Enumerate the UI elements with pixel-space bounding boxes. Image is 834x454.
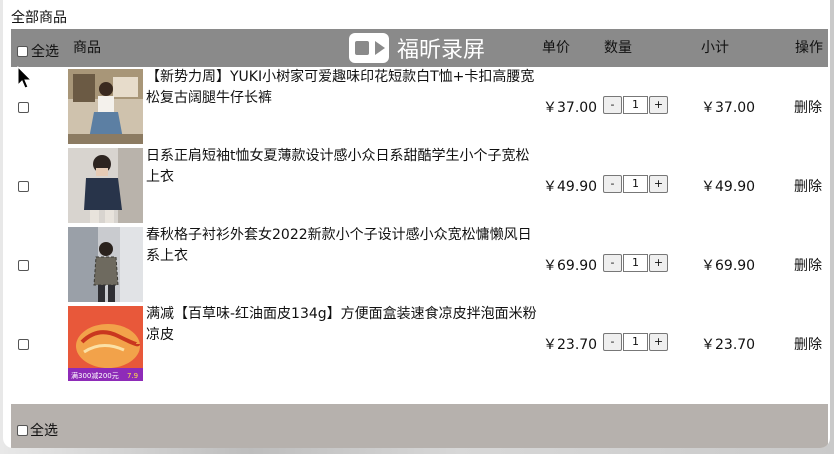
camera-icon — [349, 33, 389, 63]
qty-plus-button[interactable]: + — [649, 333, 668, 351]
table-row: 满300减200元 7.9 满减【百草味-红油面皮134g】方便面盒装速食凉皮拌… — [11, 304, 828, 382]
product-image — [68, 148, 143, 223]
subtotal: ￥49.90 — [701, 179, 756, 195]
qty-minus-button[interactable]: - — [603, 175, 622, 193]
thumb-price-tag: 7.9 — [127, 372, 138, 380]
table-header: 全选 商品 福昕录屏 单价 数量 小计 操作 — [11, 29, 828, 67]
qty-minus-button[interactable]: - — [603, 333, 622, 351]
subtotal: ￥23.70 — [701, 337, 756, 353]
header-action: 操作 — [795, 40, 823, 56]
delete-button[interactable]: 删除 — [794, 334, 822, 354]
qty-input[interactable]: 1 — [623, 254, 648, 272]
select-all-footer-checkbox[interactable] — [17, 424, 28, 436]
qty-input[interactable]: 1 — [623, 96, 648, 114]
unit-price: ￥37.00 — [543, 100, 598, 116]
subtotal: ￥37.00 — [701, 100, 756, 116]
quantity-stepper: - 1 + — [603, 333, 668, 351]
qty-input[interactable]: 1 — [623, 333, 648, 351]
header-product: 商品 — [73, 40, 101, 56]
qty-plus-button[interactable]: + — [649, 175, 668, 193]
thumb-promo-text: 满300减200元 — [71, 371, 119, 380]
unit-price: ￥69.90 — [543, 258, 598, 274]
qty-plus-button[interactable]: + — [649, 96, 668, 114]
product-name[interactable]: 【新势力周】YUKI小树家可爱趣味印花短款白T恤+卡扣高腰宽松复古阔腿牛仔长裤 — [146, 67, 541, 109]
cart-window: 全部商品 全选 商品 福昕录屏 单价 数量 小计 操作 【新势力周】YUKI小树… — [3, 0, 830, 448]
row-checkbox[interactable] — [18, 101, 29, 113]
product-name[interactable]: 满减【百草味-红油面皮134g】方便面盒装速食凉皮拌泡面米粉凉皮 — [146, 304, 541, 346]
row-checkbox[interactable] — [18, 259, 29, 271]
select-all-label: 全选 — [31, 44, 59, 60]
row-checkbox[interactable] — [18, 180, 29, 192]
mouse-cursor-icon — [17, 66, 33, 89]
product-image — [68, 227, 143, 302]
delete-button[interactable]: 删除 — [794, 97, 822, 117]
select-all-header[interactable]: 全选 — [17, 41, 59, 61]
quantity-stepper: - 1 + — [603, 254, 668, 272]
unit-price: ￥23.70 — [543, 337, 598, 353]
recorder-watermark: 福昕录屏 — [349, 32, 485, 64]
header-quantity: 数量 — [604, 40, 632, 56]
row-checkbox[interactable] — [18, 338, 29, 350]
watermark-text: 福昕录屏 — [397, 38, 486, 63]
qty-plus-button[interactable]: + — [649, 254, 668, 272]
select-all-checkbox[interactable] — [17, 45, 28, 57]
table-row: 【新势力周】YUKI小树家可爱趣味印花短款白T恤+卡扣高腰宽松复古阔腿牛仔长裤 … — [11, 67, 828, 145]
header-unit-price: 单价 — [542, 40, 570, 56]
product-name[interactable]: 春秋格子衬衫外套女2022新款小个子设计感小众宽松慵懒风日系上衣 — [146, 225, 541, 267]
delete-button[interactable]: 删除 — [794, 176, 822, 196]
page-title: 全部商品 — [11, 10, 67, 26]
qty-input[interactable]: 1 — [623, 175, 648, 193]
product-image: 满300减200元 7.9 — [68, 306, 143, 381]
product-name[interactable]: 日系正肩短袖t恤女夏薄款设计感小众日系甜酷学生小个子宽松上衣 — [146, 146, 541, 188]
cart-footer: 全选 — [11, 404, 828, 448]
table-row: 春秋格子衬衫外套女2022新款小个子设计感小众宽松慵懒风日系上衣 ￥69.90 … — [11, 225, 828, 303]
select-all-footer-label: 全选 — [30, 423, 58, 439]
unit-price: ￥49.90 — [543, 179, 598, 195]
quantity-stepper: - 1 + — [603, 96, 668, 114]
quantity-stepper: - 1 + — [603, 175, 668, 193]
qty-minus-button[interactable]: - — [603, 254, 622, 272]
qty-minus-button[interactable]: - — [603, 96, 622, 114]
table-row: 日系正肩短袖t恤女夏薄款设计感小众日系甜酷学生小个子宽松上衣 ￥49.90 - … — [11, 146, 828, 224]
product-image — [68, 69, 143, 144]
subtotal: ￥69.90 — [701, 258, 756, 274]
delete-button[interactable]: 删除 — [794, 255, 822, 275]
select-all-footer[interactable]: 全选 — [17, 420, 58, 440]
header-subtotal: 小计 — [701, 40, 729, 56]
